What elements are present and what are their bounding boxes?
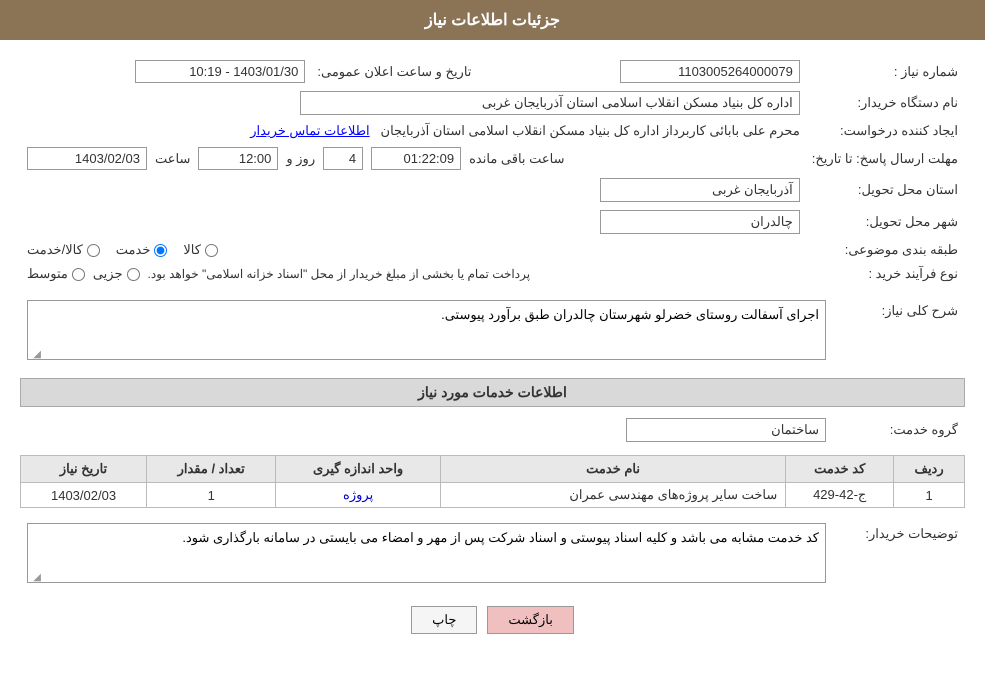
nam-dastgah-value: اداره کل بنیاد مسکن انقلاب اسلامی استان … bbox=[22, 88, 805, 118]
col-vahed: واحد اندازه گیری bbox=[276, 456, 441, 483]
page-header: جزئیات اطلاعات نیاز bbox=[0, 0, 985, 40]
toseeh-label: توضیحات خریدار: bbox=[833, 520, 963, 589]
radio-motovaset[interactable] bbox=[72, 268, 85, 281]
tarikh-saet-value: 1403/01/30 - 10:19 bbox=[22, 57, 310, 86]
sharh-koli-label: شرح کلی نیاز: bbox=[833, 297, 963, 366]
radio-jozi-item: جزیی bbox=[93, 266, 140, 282]
radio-khedmat-label: خدمت bbox=[116, 242, 151, 258]
col-radif: ردیف bbox=[894, 456, 965, 483]
saat-box: 12:00 bbox=[198, 147, 278, 170]
gorooh-section: گروه خدمت: ساختمان bbox=[20, 413, 965, 447]
radio-kala-khedmat-item: کالا/خدمت bbox=[27, 242, 100, 258]
col-nam: نام خدمت bbox=[440, 456, 785, 483]
cell-vahed: پروژه bbox=[276, 483, 441, 508]
tarikh-saet-box: 1403/01/30 - 10:19 bbox=[135, 60, 305, 83]
toseeh-section: توضیحات خریدار: ◢ bbox=[20, 518, 965, 591]
rooz-box: 4 bbox=[323, 147, 363, 170]
cell-tarikh: 1403/02/03 bbox=[21, 483, 147, 508]
baqi-box: 01:22:09 bbox=[371, 147, 461, 170]
page-title: جزئیات اطلاعات نیاز bbox=[425, 12, 560, 29]
sharh-koli-wrapper: ◢ bbox=[27, 300, 826, 363]
radio-kala-label: کالا bbox=[183, 242, 201, 258]
radio-jozi-label: جزیی bbox=[93, 266, 123, 282]
button-row: چاپ بازگشت bbox=[20, 606, 965, 634]
cell-nam: ساخت سایر پروژه‌های مهندسی عمران bbox=[440, 483, 785, 508]
sharh-koli-section: شرح کلی نیاز: ◢ bbox=[20, 295, 965, 368]
mohlat-ersal-row: 1403/02/03 ساعت 12:00 روز و 4 01:22:09 س… bbox=[22, 144, 805, 173]
radio-khedmat-item: خدمت bbox=[116, 242, 168, 258]
tarikh-box: 1403/02/03 bbox=[27, 147, 147, 170]
shomare-niaz-label: شماره نیاز : bbox=[807, 57, 963, 86]
nooe-farayand-label: نوع فرآیند خرید : bbox=[807, 263, 963, 285]
shahr-tahvil-label: شهر محل تحویل: bbox=[807, 207, 963, 237]
col-tarikh: تاریخ نیاز bbox=[21, 456, 147, 483]
sharh-koli-value-cell: ◢ bbox=[22, 297, 831, 366]
col-kod: کد خدمت bbox=[786, 456, 894, 483]
tarikh-saet-label: تاریخ و ساعت اعلان عمومی: bbox=[312, 57, 476, 86]
resize-handle: ◢ bbox=[29, 349, 41, 361]
shomare-niaz-box: 1103005264000079 bbox=[620, 60, 800, 83]
cell-kod: ج-42-429 bbox=[786, 483, 894, 508]
services-table: ردیف کد خدمت نام خدمت واحد اندازه گیری ت… bbox=[20, 455, 965, 508]
gorooh-khedmat-box: ساختمان bbox=[626, 418, 826, 442]
ostan-tahvil-box: آذربایجان غربی bbox=[600, 178, 800, 202]
baqi-label: ساعت باقی مانده bbox=[469, 151, 564, 167]
radio-kala[interactable] bbox=[205, 244, 218, 257]
ijad-konande-label: ایجاد کننده درخواست: bbox=[807, 120, 963, 142]
toseeh-value-cell: ◢ bbox=[22, 520, 831, 589]
table-row: 1 ج-42-429 ساخت سایر پروژه‌های مهندسی عم… bbox=[21, 483, 965, 508]
radio-motovaset-item: متوسط bbox=[27, 266, 85, 282]
cell-radif: 1 bbox=[894, 483, 965, 508]
shahr-tahvil-box: چالدران bbox=[600, 210, 800, 234]
ostan-tahvil-value: آذربایجان غربی bbox=[22, 175, 805, 205]
main-content: شماره نیاز : 1103005264000079 تاریخ و سا… bbox=[0, 40, 985, 664]
ostan-tahvil-label: استان محل تحویل: bbox=[807, 175, 963, 205]
ijad-konande-value: محرم علی بابائی کاربرداز اداره کل بنیاد … bbox=[22, 120, 805, 142]
back-button[interactable]: بازگشت bbox=[487, 606, 573, 634]
spacer1 bbox=[20, 287, 965, 295]
radio-kala-khedmat[interactable] bbox=[87, 244, 100, 257]
tabaqeh-value: کالا/خدمت خدمت کالا bbox=[22, 239, 805, 261]
sharh-koli-input[interactable] bbox=[27, 300, 826, 360]
gorooh-khedmat-value: ساختمان bbox=[22, 415, 831, 445]
nam-dastgah-box: اداره کل بنیاد مسکن انقلاب اسلامی استان … bbox=[300, 91, 800, 115]
saat-label: ساعت bbox=[155, 151, 190, 167]
resize-handle2: ◢ bbox=[29, 572, 41, 584]
shomare-niaz-value: 1103005264000079 bbox=[500, 57, 804, 86]
radio-khedmat[interactable] bbox=[154, 244, 167, 257]
tabaqeh-label: طبقه بندی موضوعی: bbox=[807, 239, 963, 261]
radio-motovaset-label: متوسط bbox=[27, 266, 68, 282]
ijad-konande-text: محرم علی بابائی کاربرداز اداره کل بنیاد … bbox=[381, 123, 800, 138]
cell-tedad: 1 bbox=[147, 483, 276, 508]
services-section-header: اطلاعات خدمات مورد نیاز bbox=[20, 378, 965, 407]
toseeh-input[interactable] bbox=[27, 523, 826, 583]
print-button[interactable]: چاپ bbox=[411, 606, 477, 634]
radio-kala-khedmat-label: کالا/خدمت bbox=[27, 242, 83, 258]
farayand-text: پرداخت تمام یا بخشی از مبلغ خریدار از مح… bbox=[148, 267, 531, 281]
col-tedad: تعداد / مقدار bbox=[147, 456, 276, 483]
gorooh-khedmat-label: گروه خدمت: bbox=[833, 415, 963, 445]
radio-kala-item: کالا bbox=[183, 242, 218, 258]
nooe-farayand-value: متوسط جزیی پرداخت تمام یا بخشی از مبلغ خ… bbox=[22, 263, 805, 285]
radio-jozi[interactable] bbox=[127, 268, 140, 281]
info-section: شماره نیاز : 1103005264000079 تاریخ و سا… bbox=[20, 55, 965, 287]
page-wrapper: جزئیات اطلاعات نیاز شماره نیاز : 1103005… bbox=[0, 0, 985, 691]
ijad-konande-link[interactable]: اطلاعات تماس خریدار bbox=[250, 123, 369, 138]
shahr-tahvil-value: چالدران bbox=[22, 207, 805, 237]
nam-dastgah-label: نام دستگاه خریدار: bbox=[807, 88, 963, 118]
mohlat-ersal-label: مهلت ارسال پاسخ: تا تاریخ: bbox=[807, 144, 963, 173]
rooz-label: روز و bbox=[286, 151, 315, 167]
toseeh-wrapper: ◢ bbox=[27, 523, 826, 586]
